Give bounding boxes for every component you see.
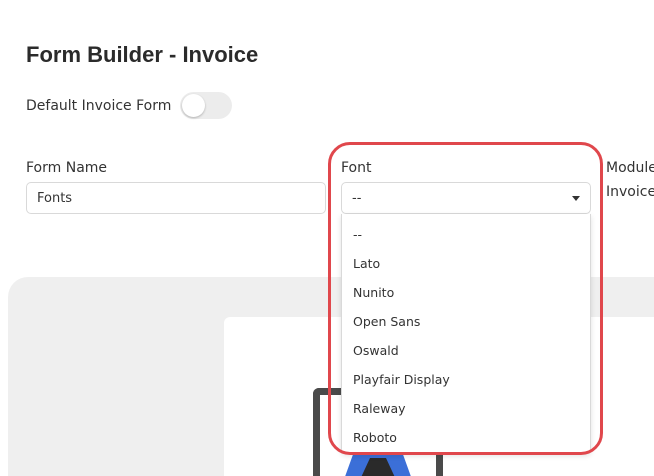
default-invoice-label: Default Invoice Form [26, 97, 172, 114]
page-title: Form Builder - Invoice [26, 42, 259, 67]
font-option[interactable]: Nunito [342, 278, 590, 307]
font-select-value: -- [352, 190, 362, 206]
module-value[interactable]: Invoice [606, 184, 654, 200]
font-dropdown-menu: -- Lato Nunito Open Sans Oswald Playfair… [341, 214, 591, 454]
font-option[interactable]: Lato [342, 249, 590, 278]
font-option[interactable]: Raleway [342, 394, 590, 423]
toggle-knob [182, 94, 206, 117]
form-name-label: Form Name [26, 160, 108, 176]
form-name-input[interactable]: Fonts [26, 182, 326, 214]
font-option[interactable]: Playfair Display [342, 365, 590, 394]
default-invoice-toggle[interactable] [180, 92, 233, 119]
form-builder-page: Form Builder - Invoice Default Invoice F… [0, 0, 654, 476]
default-invoice-toggle-row: Default Invoice Form [26, 92, 233, 119]
font-option[interactable]: -- [342, 220, 590, 249]
chevron-down-icon [572, 195, 580, 201]
font-option[interactable]: Oswald [342, 336, 590, 365]
font-select[interactable]: -- [341, 182, 591, 214]
font-option[interactable]: Open Sans [342, 307, 590, 336]
font-option[interactable]: Roboto [342, 423, 590, 452]
module-label: Module [606, 160, 654, 176]
font-label: Font [341, 160, 372, 176]
